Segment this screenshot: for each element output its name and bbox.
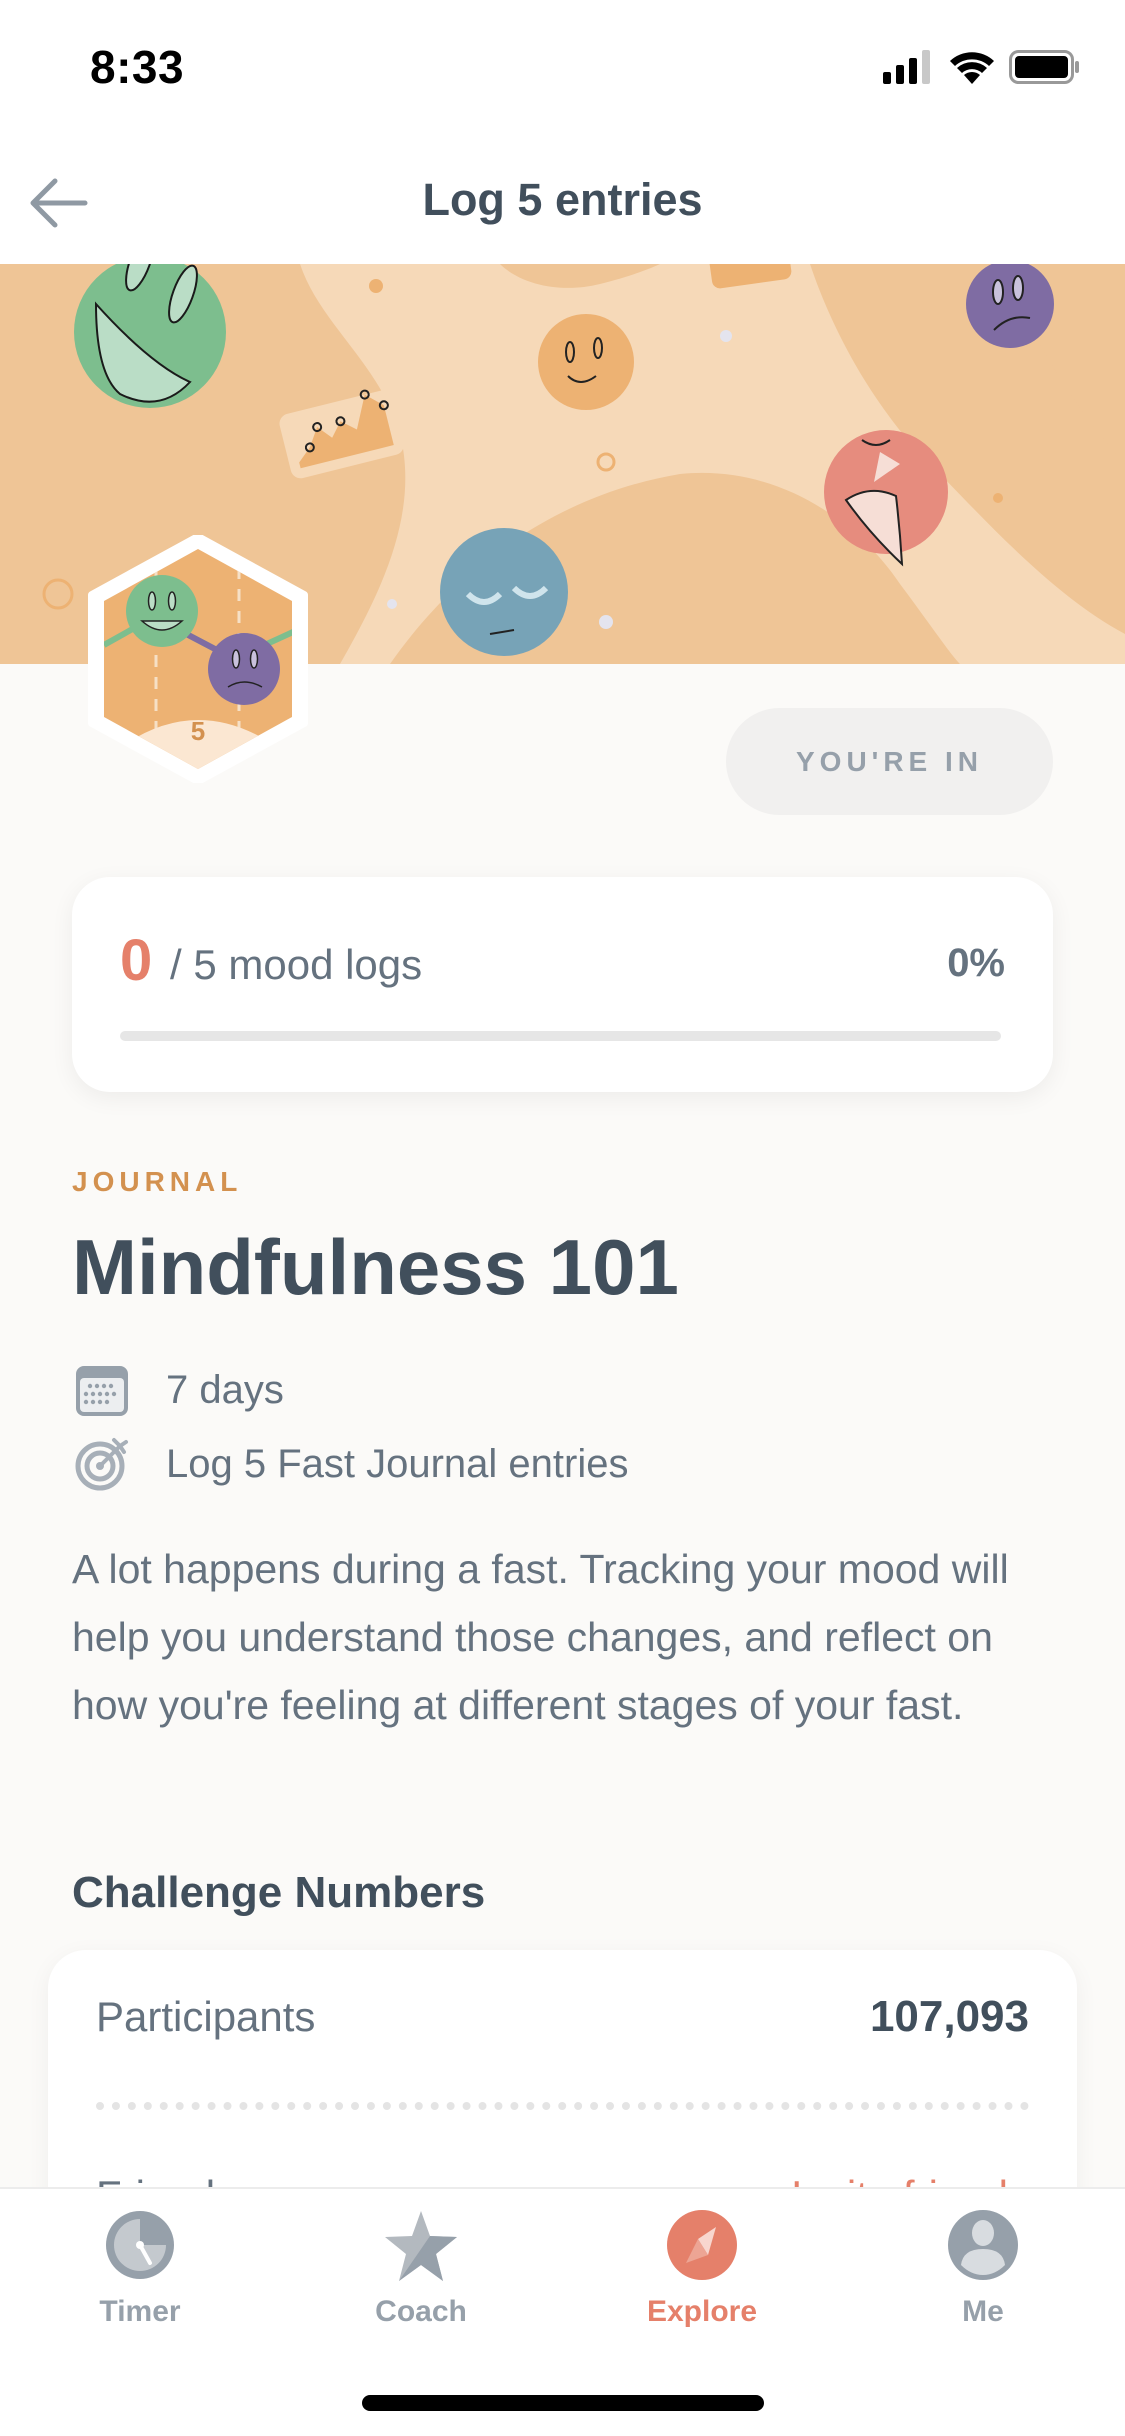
goal-row: Log 5 Fast Journal entries	[72, 1434, 628, 1494]
progress-bar	[120, 1031, 1001, 1041]
tab-explore[interactable]: Explore	[602, 2209, 802, 2359]
duration-text: 7 days	[166, 1367, 284, 1412]
challenge-category: JOURNAL	[72, 1166, 243, 1197]
battery-icon	[1009, 50, 1079, 84]
calendar-icon	[72, 1360, 132, 1420]
tab-label: Timer	[99, 2295, 181, 2328]
progress-current-count: 0	[120, 928, 153, 993]
progress-percent: 0%	[947, 941, 1005, 985]
status-bar: 8:33	[0, 0, 1125, 140]
tab-timer[interactable]: Timer	[40, 2209, 240, 2359]
home-indicator	[362, 2395, 764, 2411]
cellular-signal-icon	[883, 50, 930, 84]
challenge-badge: 5	[84, 533, 312, 785]
challenge-description: A lot happens during a fast. Tracking yo…	[72, 1546, 1009, 1728]
status-time: 8:33	[90, 41, 185, 93]
wifi-icon	[950, 52, 994, 84]
participants-label: Participants	[96, 1993, 316, 2040]
tab-label: Coach	[375, 2295, 467, 2328]
star-icon	[385, 2211, 457, 2281]
tab-label: Me	[962, 2295, 1004, 2328]
progress-card: 0 / 5 mood logs 0%	[72, 877, 1053, 1092]
progress-goal-label: / 5 mood logs	[170, 941, 423, 988]
challenge-title: Mindfulness 101	[72, 1223, 679, 1311]
divider	[96, 2102, 1029, 2110]
nav-bar: Log 5 entries	[0, 140, 1125, 264]
youre-in-button[interactable]: YOU'RE IN	[726, 708, 1053, 815]
timer-icon	[106, 2211, 174, 2279]
participants-count: 107,093	[869, 1992, 1029, 2041]
status-icons	[883, 50, 1081, 84]
tab-coach[interactable]: Coach	[321, 2209, 521, 2359]
challenge-numbers-heading: Challenge Numbers	[72, 1868, 486, 1917]
target-icon	[72, 1434, 132, 1494]
compass-icon	[667, 2210, 737, 2280]
profile-icon	[948, 2210, 1018, 2280]
page-title: Log 5 entries	[422, 174, 703, 225]
participants-row: Participants 107,093	[96, 1992, 1029, 2042]
badge-number: 5	[191, 716, 205, 746]
goal-text: Log 5 Fast Journal entries	[166, 1441, 629, 1486]
duration-row: 7 days	[72, 1360, 284, 1420]
tab-me[interactable]: Me	[883, 2209, 1083, 2359]
tab-label: Explore	[646, 2295, 758, 2328]
